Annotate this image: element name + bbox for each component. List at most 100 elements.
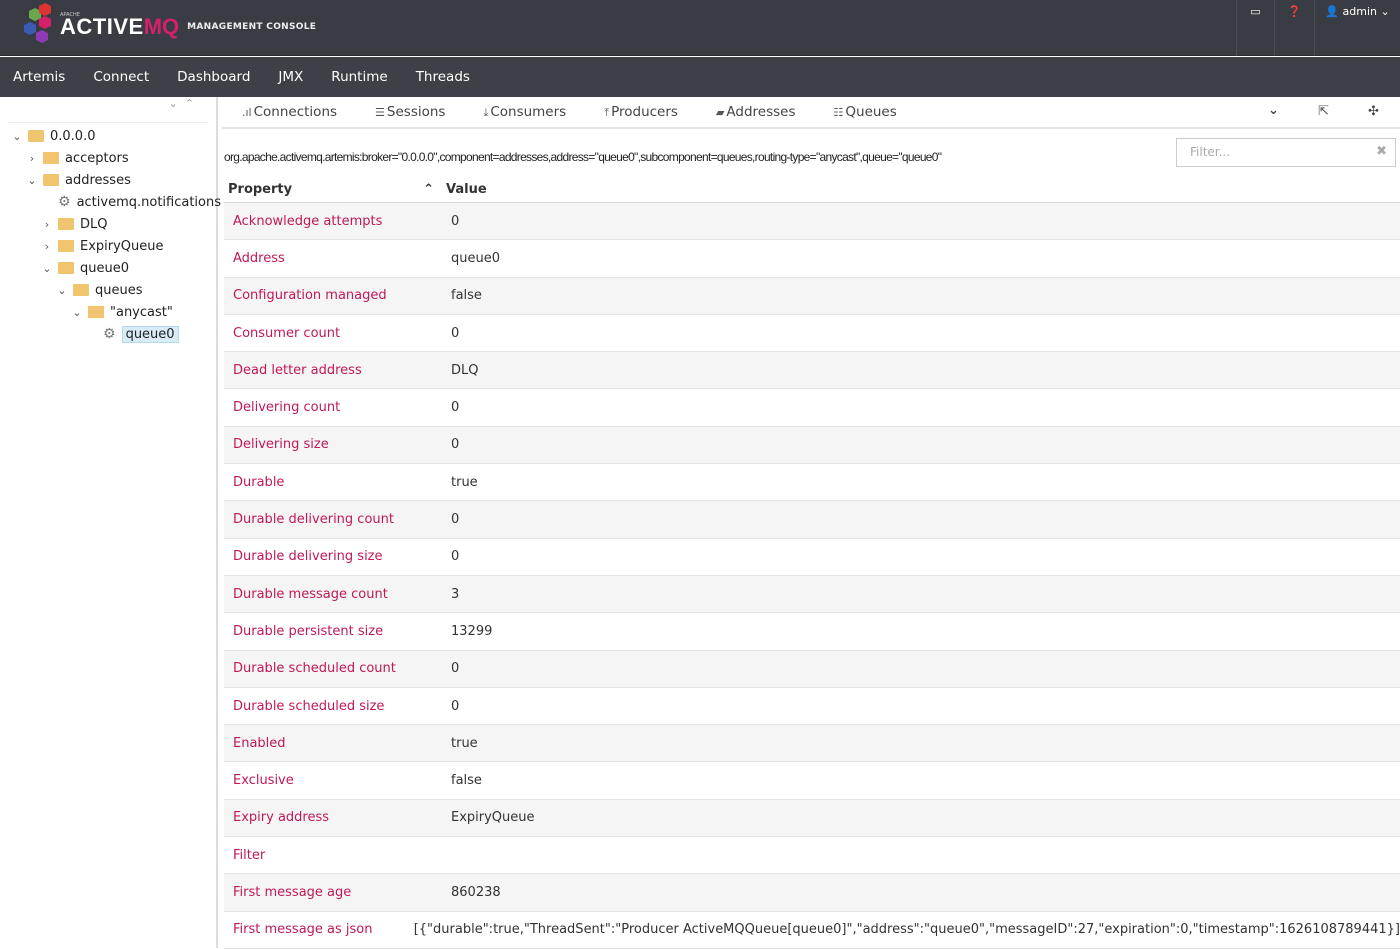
table-row[interactable]: Durable persistent size13299 — [224, 613, 1400, 650]
nav-threads[interactable]: Threads — [416, 69, 470, 85]
share-icon[interactable]: ⇱ — [1318, 104, 1329, 119]
property-name: Address — [224, 251, 442, 266]
table-row[interactable]: Durable message count3 — [224, 576, 1400, 613]
tab-label: Addresses — [726, 104, 795, 120]
nav-dashboard[interactable]: Dashboard — [177, 69, 250, 85]
property-value: 0 — [442, 549, 459, 564]
value-column-header[interactable]: Value — [442, 182, 487, 197]
nav-runtime[interactable]: Runtime — [331, 69, 387, 85]
chevron-right-icon[interactable]: › — [40, 240, 54, 253]
tree-node[interactable]: ⌄0.0.0.0 — [10, 125, 95, 147]
folder-icon — [58, 218, 74, 230]
table-row[interactable]: Acknowledge attempts0 — [224, 203, 1400, 240]
table-row[interactable]: Durabletrue — [224, 464, 1400, 501]
table-row[interactable]: First message as json[{"durable":true,"T… — [224, 912, 1400, 949]
tree-node[interactable]: ⌄ queues — [55, 279, 143, 301]
property-name: Durable delivering count — [224, 512, 442, 527]
book-icon: ▰ — [716, 106, 724, 119]
tree-node-label: ExpiryQueue — [80, 239, 164, 254]
fullscreen-icon[interactable]: ✣ — [1368, 104, 1379, 119]
tree-node-label: DLQ — [80, 217, 108, 232]
tree-node[interactable]: ⌄ addresses — [25, 169, 131, 191]
table-row[interactable]: First message age860238 — [224, 874, 1400, 911]
nav-jmx[interactable]: JMX — [278, 69, 303, 85]
property-name: Enabled — [224, 736, 442, 751]
mbean-object-name: org.apache.activemq.artemis:broker="0.0.… — [224, 150, 941, 164]
property-value: ExpiryQueue — [442, 810, 535, 825]
collapse-all-icon[interactable]: ⌄ — [169, 97, 178, 110]
table-row[interactable]: Configuration managedfalse — [224, 278, 1400, 315]
nav-connect[interactable]: Connect — [93, 69, 149, 85]
tree-node[interactable]: › DLQ — [40, 213, 108, 235]
chevron-down-icon[interactable]: ⌄ — [70, 306, 84, 319]
tab-connections[interactable]: .ılConnections — [242, 104, 337, 120]
folder-open-icon — [28, 130, 44, 142]
tab-consumers[interactable]: ⤓Consumers — [483, 104, 566, 120]
property-value: 0 — [442, 512, 459, 527]
tab-queues[interactable]: ☷Queues — [834, 104, 897, 120]
question-circle-icon: ❓ — [1288, 5, 1302, 56]
grid-header: Property⌃ Value — [224, 176, 1400, 203]
tree-node[interactable]: ⌄ "anycast" — [70, 301, 173, 323]
activemq-logo[interactable]: APACHE ACTIVEMQ MANAGEMENT CONSOLE — [20, 3, 316, 51]
tree-node[interactable]: ⚙queue0 — [85, 323, 179, 345]
tree-node-label: activemq.notifications — [77, 195, 221, 210]
attributes-grid: Property⌃ Value Acknowledge attempts0Add… — [224, 176, 1400, 949]
tab-producers[interactable]: ⤒Producers — [604, 104, 678, 120]
tree-node-label: addresses — [65, 173, 131, 188]
user-menu[interactable]: 👤 admin ⌄ — [1314, 0, 1400, 56]
tree-node[interactable]: ⚙activemq.notifications — [40, 191, 221, 213]
property-value: 0 — [442, 661, 459, 676]
upload-icon: ⤒ — [604, 106, 609, 119]
table-row[interactable]: Enabledtrue — [224, 725, 1400, 762]
nav-artemis[interactable]: Artemis — [13, 69, 65, 85]
property-value: 3 — [442, 587, 459, 602]
more-tabs-chevron-icon[interactable]: ⌄ — [1268, 103, 1279, 118]
table-row[interactable]: Delivering size0 — [224, 427, 1400, 464]
clear-filter-icon[interactable]: ✖ — [1376, 144, 1387, 159]
table-row[interactable]: Durable delivering size0 — [224, 539, 1400, 576]
list-ul-icon: ☷ — [834, 106, 844, 119]
table-row[interactable]: Expiry addressExpiryQueue — [224, 800, 1400, 837]
signal-icon: .ıl — [242, 106, 252, 119]
property-name: Dead letter address — [224, 363, 442, 378]
table-row[interactable]: Addressqueue0 — [224, 240, 1400, 277]
folder-open-icon — [43, 174, 59, 186]
sort-ascending-icon: ⌃ — [423, 182, 434, 197]
table-row[interactable]: Dead letter addressDLQ — [224, 352, 1400, 389]
chevron-right-icon[interactable]: › — [40, 218, 54, 231]
property-name: Delivering size — [224, 437, 442, 452]
tree-node[interactable]: › ExpiryQueue — [40, 235, 164, 257]
property-value: false — [442, 288, 482, 303]
expand-all-icon[interactable]: ⌃ — [185, 97, 194, 110]
chevron-down-icon[interactable]: ⌄ — [55, 284, 69, 297]
tree-node-label: "anycast" — [110, 305, 173, 320]
table-row[interactable]: Consumer count0 — [224, 315, 1400, 352]
tab-sessions[interactable]: ☰Sessions — [375, 104, 445, 120]
tree-node-label: queues — [95, 283, 143, 298]
chevron-down-icon[interactable]: ⌄ — [25, 174, 39, 187]
help-button[interactable]: ❓ — [1274, 0, 1314, 56]
top-header: APACHE ACTIVEMQ MANAGEMENT CONSOLE ▭ ❓ 👤… — [0, 0, 1400, 56]
table-row[interactable]: Delivering count0 — [224, 389, 1400, 426]
chevron-right-icon[interactable]: › — [25, 152, 39, 165]
tab-label: Producers — [611, 104, 678, 120]
table-row[interactable]: Filter — [224, 837, 1400, 874]
filter-input[interactable]: Filter...✖ — [1176, 138, 1396, 167]
tab-addresses[interactable]: ▰Addresses — [716, 104, 796, 120]
chevron-down-icon[interactable]: ⌄ — [10, 130, 24, 143]
table-row[interactable]: Exclusivefalse — [224, 762, 1400, 799]
list-icon: ☰ — [375, 106, 385, 119]
property-name: Durable persistent size — [224, 624, 442, 639]
logo-subtitle: MANAGEMENT CONSOLE — [187, 22, 316, 32]
table-row[interactable]: Durable scheduled size0 — [224, 688, 1400, 725]
tree-node[interactable]: ⌄queue0 — [40, 257, 129, 279]
tree-node[interactable]: ›acceptors — [25, 147, 129, 169]
tab-label: Sessions — [387, 104, 446, 120]
monitor-button[interactable]: ▭ — [1236, 0, 1274, 56]
table-row[interactable]: Durable scheduled count0 — [224, 651, 1400, 688]
table-row[interactable]: Durable delivering count0 — [224, 501, 1400, 538]
property-column-header[interactable]: Property⌃ — [224, 182, 442, 197]
property-name: Acknowledge attempts — [224, 214, 442, 229]
chevron-down-icon[interactable]: ⌄ — [40, 262, 54, 275]
